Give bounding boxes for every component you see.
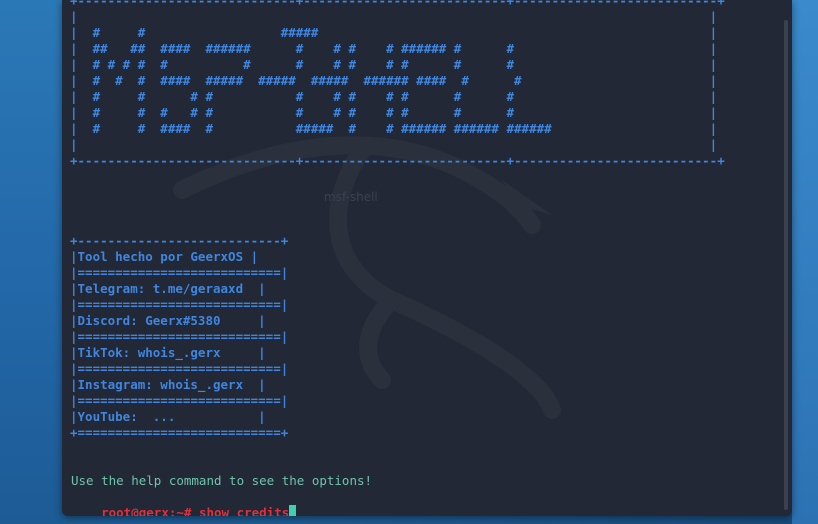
typed-command[interactable]: show credits — [191, 505, 289, 516]
credits-box: +---------------------------+ |Tool hech… — [70, 233, 289, 440]
terminal-window[interactable]: msf-shell +-----------------------------… — [62, 0, 792, 516]
desktop-background-right — [792, 0, 818, 524]
ascii-banner: +-----------------------------+---------… — [70, 0, 725, 168]
desktop-background-left — [0, 0, 62, 524]
scrollbar[interactable] — [784, 20, 788, 510]
help-message: Use the help command to see the options! — [71, 473, 373, 488]
command-line[interactable]: root@gerx:~# show credits — [71, 489, 297, 516]
text-cursor — [289, 505, 297, 516]
terminal-title-watermark: msf-shell — [324, 190, 378, 204]
shell-prompt: root@gerx:~# — [101, 505, 192, 516]
